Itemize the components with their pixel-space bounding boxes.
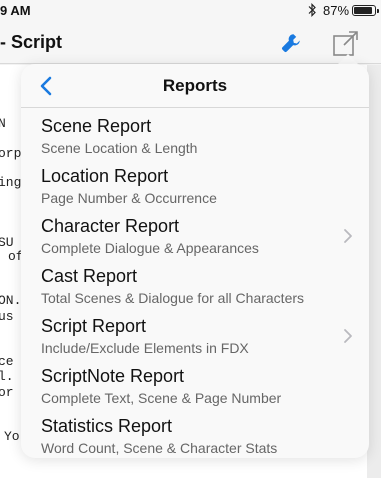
report-title: Cast Report bbox=[41, 266, 138, 286]
report-subtitle: Word Count, Scene & Character Stats bbox=[41, 440, 278, 456]
report-title: Scene Report bbox=[41, 116, 152, 136]
chevron-right-icon bbox=[344, 329, 352, 343]
status-time: 9 AM bbox=[0, 3, 31, 18]
doc-line: ce bbox=[0, 354, 14, 369]
popover-header: Reports bbox=[21, 64, 369, 108]
report-subtitle: Page Number & Occurrence bbox=[41, 190, 217, 206]
report-title: Character Report bbox=[41, 216, 180, 236]
report-item-scriptnote[interactable]: ScriptNote Report Complete Text, Scene &… bbox=[21, 366, 369, 416]
doc-line: ing bbox=[0, 175, 22, 190]
chevron-right-icon bbox=[344, 229, 352, 243]
report-item-statistics[interactable]: Statistics Report Word Count, Scene & Ch… bbox=[21, 416, 369, 466]
doc-line: ON. bbox=[0, 293, 22, 308]
popover-title: Reports bbox=[162, 76, 228, 95]
doc-line: N bbox=[0, 116, 6, 131]
report-title: Statistics Report bbox=[41, 416, 173, 436]
doc-line: or bbox=[0, 385, 14, 400]
navigation-bar: - Script bbox=[0, 22, 381, 64]
battery-icon bbox=[352, 5, 379, 16]
report-subtitle: Include/Exclude Elements in FDX bbox=[41, 340, 249, 356]
report-item-location[interactable]: Location Report Page Number & Occurrence bbox=[21, 166, 369, 216]
report-item-character[interactable]: Character Report Complete Dialogue & App… bbox=[21, 216, 369, 266]
report-title: Location Report bbox=[41, 166, 169, 186]
doc-line: l. bbox=[0, 369, 14, 384]
document-title: - Script bbox=[0, 32, 63, 52]
report-item-scene[interactable]: Scene Report Scene Location & Length bbox=[21, 116, 369, 166]
doc-line: orp bbox=[0, 146, 22, 161]
scroll-gutter bbox=[367, 65, 381, 478]
reports-popover: Reports Scene Report Scene Location & Le… bbox=[21, 64, 369, 458]
report-item-script[interactable]: Script Report Include/Exclude Elements i… bbox=[21, 316, 369, 366]
battery-percentage: 87% bbox=[323, 3, 350, 18]
report-item-cast[interactable]: Cast Report Total Scenes & Dialogue for … bbox=[21, 266, 369, 316]
doc-line: Yo bbox=[4, 429, 20, 444]
report-subtitle: Complete Dialogue & Appearances bbox=[41, 240, 259, 256]
doc-line: us bbox=[0, 309, 14, 324]
report-subtitle: Scene Location & Length bbox=[41, 140, 198, 156]
status-bar: 9 AM 87% bbox=[0, 0, 381, 22]
report-title: Script Report bbox=[41, 316, 147, 336]
bluetooth-icon bbox=[308, 3, 316, 17]
wrench-icon[interactable] bbox=[279, 31, 303, 55]
report-subtitle: Total Scenes & Dialogue for all Characte… bbox=[41, 290, 305, 306]
report-title: ScriptNote Report bbox=[41, 366, 185, 386]
doc-line: SU bbox=[0, 235, 14, 250]
report-subtitle: Complete Text, Scene & Page Number bbox=[41, 390, 282, 406]
